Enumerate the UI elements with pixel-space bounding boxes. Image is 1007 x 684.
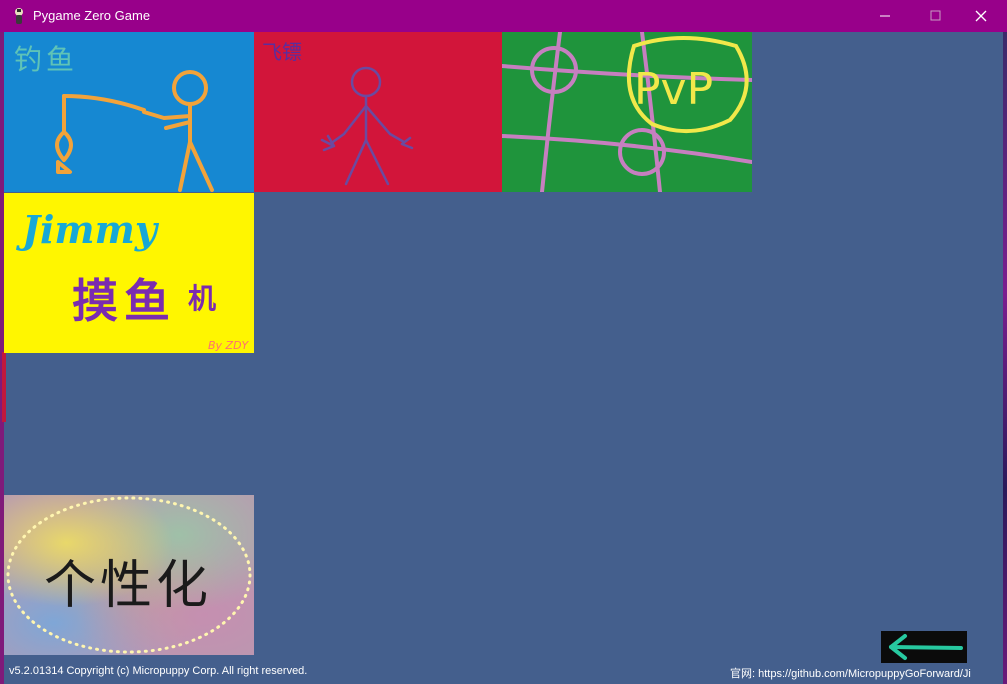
maximize-button[interactable] bbox=[912, 0, 958, 32]
ji-subtitle: 机 bbox=[188, 282, 217, 315]
copyright-text: v5.2.01314 Copyright (c) Micropuppy Corp… bbox=[9, 665, 308, 677]
fishing-label: 钓鱼 bbox=[14, 43, 79, 76]
jimmy-moyu-tile[interactable]: Jimmy 摸鱼 机 By ZDY bbox=[4, 193, 254, 353]
customization-label: 个性化 bbox=[44, 556, 213, 616]
window-title: Pygame Zero Game bbox=[33, 8, 151, 23]
website-link[interactable]: 官网: https://github.com/MicropuppyGoForwa… bbox=[730, 665, 1003, 681]
window-left-accent bbox=[2, 352, 6, 422]
close-button[interactable] bbox=[958, 0, 1004, 32]
darts-game-tile[interactable]: 飞镖 bbox=[254, 32, 504, 192]
fishing-game-tile[interactable]: 钓鱼 bbox=[4, 32, 254, 192]
close-icon bbox=[975, 10, 987, 22]
grid-pvp-drawing: PvP bbox=[502, 32, 752, 192]
moyu-subtitle: 摸鱼 bbox=[72, 274, 176, 328]
pvp-game-tile[interactable]: PvP bbox=[502, 32, 752, 192]
pvp-label: PvP bbox=[634, 64, 713, 115]
back-arrow-icon bbox=[889, 634, 963, 660]
author-label: By ZDY bbox=[208, 339, 249, 352]
jimmy-title: Jimmy bbox=[22, 207, 157, 252]
darts-label: 飞镖 bbox=[262, 40, 302, 64]
pygame-zero-icon bbox=[15, 8, 23, 24]
back-button[interactable] bbox=[881, 631, 967, 663]
title-bar[interactable]: Pygame Zero Game bbox=[0, 0, 1007, 32]
minimize-icon bbox=[880, 15, 890, 17]
customization-tile[interactable]: 个性化 bbox=[4, 495, 254, 655]
window-right-border bbox=[1003, 32, 1007, 684]
maximize-icon bbox=[930, 10, 941, 21]
minimize-button[interactable] bbox=[862, 0, 908, 32]
